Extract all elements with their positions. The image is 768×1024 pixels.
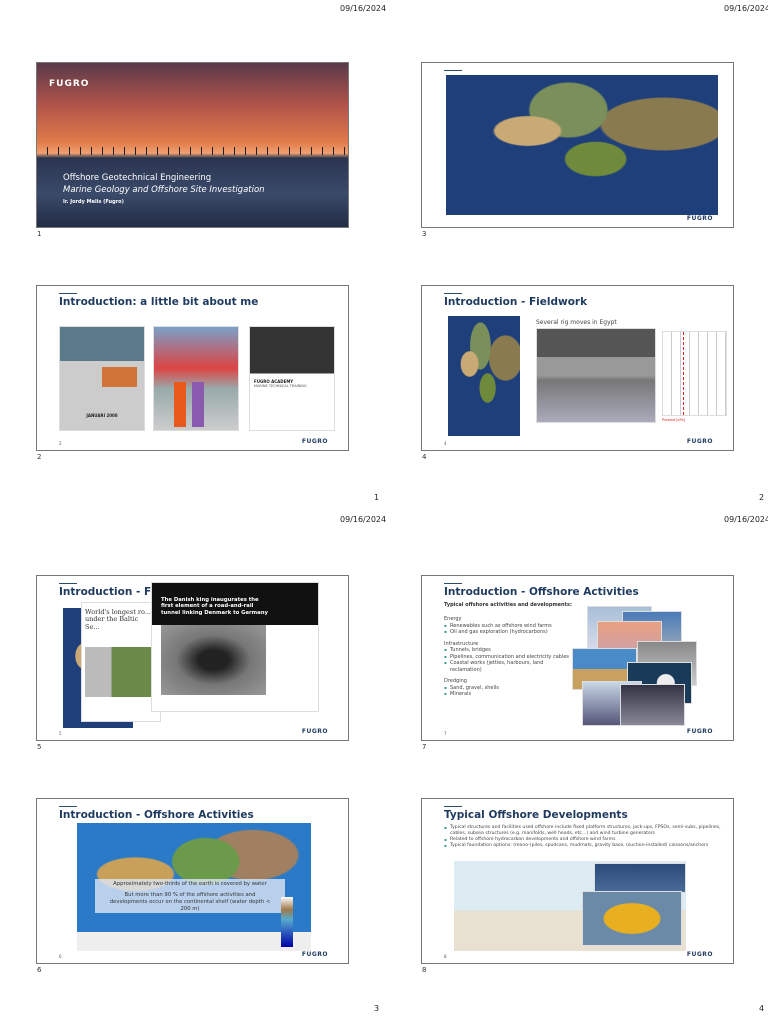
cpt-chart — [662, 331, 727, 416]
slide-number: 3 — [422, 230, 427, 238]
list-item: Typical foundation options: (mono-)piles… — [444, 843, 729, 849]
inner-slide-number: 7 — [444, 731, 447, 736]
slide-number: 1 — [37, 230, 42, 238]
intro-text: Typical offshore activities and developm… — [444, 602, 572, 608]
activity-list: Energy Renewables such as offshore wind … — [444, 616, 569, 698]
slide-title: Introduction: a little bit about me — [59, 296, 259, 308]
fugro-logo: FUGRO — [301, 728, 328, 735]
depth-colorbar — [281, 897, 293, 947]
page-date: 09/16/2024 — [340, 515, 387, 524]
page-number: 1 — [374, 493, 380, 502]
collage-photo — [620, 684, 685, 726]
inner-slide-number: 8 — [444, 954, 447, 959]
news-article-1: World's longest ro... under the Baltic S… — [81, 602, 161, 722]
news-article-2: The Danish king inaugurates the first el… — [151, 582, 319, 712]
inner-slide-number: 4 — [444, 441, 447, 446]
fugro-logo: FUGRO — [49, 79, 90, 89]
calendar-image: JANUARI 2008 — [59, 326, 145, 431]
photo-caption: Several rig moves in Egypt — [536, 319, 617, 326]
info-line: Approximately two-thirds of the earth is… — [113, 881, 267, 887]
chart-legend: Preload [kPa] — [662, 418, 686, 422]
fugro-logo: FUGRO — [686, 215, 713, 222]
slide-5[interactable]: Introduction - Fieldwork World's longest… — [36, 575, 349, 741]
academy-subtitle: MARINE TECHNICAL TRAINING — [254, 384, 307, 388]
slide-2[interactable]: Introduction: a little bit about me JANU… — [36, 285, 349, 451]
page-date: 09/16/2024 — [724, 515, 768, 524]
slide-6[interactable]: Introduction - Offshore Activities Appro… — [36, 798, 349, 964]
wind-turbines — [37, 147, 348, 155]
list-item: Coastal works (jetties, harbours, land r… — [444, 660, 569, 673]
inner-slide-number: 6 — [59, 954, 62, 959]
inner-slide-number: 5 — [59, 731, 62, 736]
page-number: 2 — [759, 493, 765, 502]
fugro-logo: FUGRO — [686, 438, 713, 445]
list-item: Oil and gas exploration (hydrocarbons) — [444, 629, 569, 636]
slide-3[interactable]: FUGRO — [421, 62, 734, 228]
page-date: 09/16/2024 — [340, 4, 387, 13]
slide-number: 5 — [37, 743, 42, 751]
slide-number: 6 — [37, 966, 42, 974]
spudcan-photo — [536, 328, 656, 423]
subsea-structure-photo — [582, 891, 682, 946]
slide-author: Ir. Jordy Melis (Fugro) — [63, 199, 124, 205]
fugro-logo: FUGRO — [686, 951, 713, 958]
page-number: 3 — [374, 1004, 380, 1013]
slide-title: Introduction - Offshore Activities — [444, 586, 639, 598]
slide-7[interactable]: Introduction - Offshore Activities Typic… — [421, 575, 734, 741]
page-date: 09/16/2024 — [724, 4, 768, 13]
fugro-logo: FUGRO — [301, 951, 328, 958]
slide-number: 8 — [422, 966, 427, 974]
slide-number: 2 — [37, 453, 42, 461]
headline: World's longest ro... under the Baltic S… — [85, 608, 151, 631]
fugro-logo: FUGRO — [301, 438, 328, 445]
bullet-list: Typical structures and facilities used o… — [444, 825, 729, 849]
vessel-photo — [594, 863, 686, 893]
slide-title: Offshore Geotechnical Engineering — [63, 173, 212, 183]
info-line: But more than 90 % of the offshore activ… — [109, 891, 271, 912]
slide-title: Introduction - Offshore Activities — [59, 809, 254, 821]
academy-brochure: FUGRO ACADEMY MARINE TECHNICAL TRAINING — [249, 326, 335, 431]
slide-number: 4 — [422, 453, 427, 461]
calendar-label: JANUARI 2008 — [86, 413, 118, 418]
slide-8[interactable]: Typical Offshore Developments Typical st… — [421, 798, 734, 964]
info-box: Approximately two-thirds of the earth is… — [95, 879, 285, 913]
inner-slide-number: 2 — [59, 441, 62, 446]
list-item: Typical structures and facilities used o… — [444, 825, 729, 837]
europe-africa-map — [448, 316, 520, 436]
world-map — [446, 75, 718, 215]
slide-subtitle: Marine Geology and Offshore Site Investi… — [63, 185, 265, 195]
page-number: 4 — [759, 1004, 765, 1013]
slide-4[interactable]: Introduction - Fieldwork Several rig mov… — [421, 285, 734, 451]
platform-photo — [153, 326, 239, 431]
slide-title: Introduction - Fieldwork — [444, 296, 588, 308]
headline: The Danish king inaugurates the first el… — [161, 597, 268, 616]
slide-number: 7 — [422, 743, 427, 751]
fugro-logo: FUGRO — [686, 728, 713, 735]
slide-1[interactable]: FUGRO Offshore Geotechnical Engineering … — [36, 62, 349, 228]
slide-title: Typical Offshore Developments — [444, 809, 628, 821]
list-item: Minerals — [444, 691, 569, 698]
